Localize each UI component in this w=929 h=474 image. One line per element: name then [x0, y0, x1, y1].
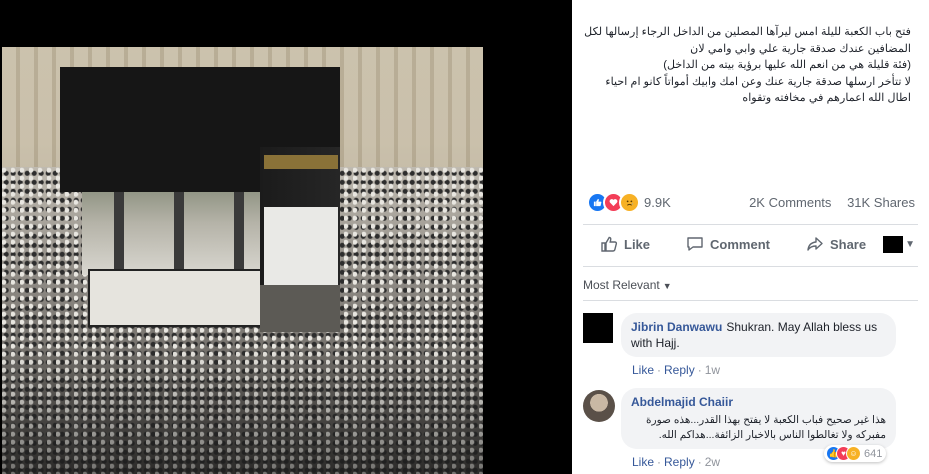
comment-bubble: Jibrin Danwawu Shukran. May Allah bless u… [621, 313, 896, 357]
comment-like-link[interactable]: Like [632, 363, 654, 377]
shares-count-link[interactable]: 31K Shares [847, 195, 915, 210]
post-side-panel: فتح باب الكعبة لليلة امس ليرآها المصلين … [572, 0, 929, 474]
share-label: Share [829, 236, 867, 252]
comment-meta: Like · Reply · 2w [632, 455, 721, 469]
caret-down-icon: ▼ [905, 239, 915, 250]
divider [583, 266, 918, 267]
comment-text: هذا غير صحيح فباب الكعبة لا يفتح بهذا ال… [646, 414, 886, 441]
divider [583, 224, 918, 225]
comment-filter-label: Most Relevant [583, 278, 660, 292]
comment-timestamp[interactable]: 1w [705, 363, 720, 377]
comments-count-link[interactable]: 2K Comments [749, 195, 831, 210]
haha-reaction-icon: ☺ [846, 446, 861, 461]
comment-author[interactable]: Jibrin Danwawu [631, 320, 722, 334]
comment-reactions[interactable]: 👍 ♥ ☺ 641 [824, 445, 887, 462]
photo-kaaba-gold-band [264, 155, 338, 169]
redacted-avatar [883, 236, 904, 253]
post-text: فتح باب الكعبة لليلة امس ليرآها المصلين … [584, 26, 911, 104]
photo-viewer [0, 0, 572, 474]
post-counts: 2K Comments 31K Shares [737, 195, 915, 210]
like-label: Like [624, 236, 651, 252]
post-photo[interactable] [2, 47, 483, 474]
photo-shadow [2, 345, 483, 474]
sad-reaction-icon [619, 191, 640, 213]
avatar[interactable] [583, 313, 613, 343]
post-action-bar: Like Comment Share [600, 234, 915, 254]
comment-like-link[interactable]: Like [632, 455, 654, 469]
share-arrow-icon [807, 237, 823, 251]
share-button[interactable]: Share [806, 235, 866, 253]
thumbs-up-icon [601, 236, 618, 252]
comment-filter-dropdown[interactable]: Most Relevant ▼ [583, 278, 672, 292]
post-reactions[interactable]: 9.9K [587, 191, 671, 213]
photo-kaaba-base [260, 285, 340, 332]
comment-timestamp[interactable]: 2w [705, 455, 720, 469]
divider [583, 300, 918, 301]
comment-bubble: Abdelmajid Chaiir هذا غير صحيح فباب الكع… [621, 388, 896, 449]
photo-kaaba-floor [88, 269, 267, 327]
avatar[interactable] [583, 390, 615, 422]
comment-meta: Like · Reply · 1w [632, 363, 721, 377]
reaction-count: 9.9K [644, 194, 671, 210]
photo-kaaba-white-cloth [264, 207, 338, 285]
comment-reply-link[interactable]: Reply [664, 455, 695, 469]
comment-reaction-count: 641 [864, 447, 883, 460]
audience-selector[interactable]: ▼ [883, 236, 915, 253]
comment-label: Comment [710, 236, 770, 252]
comment-reply-link[interactable]: Reply [664, 363, 695, 377]
caret-down-icon: ▼ [662, 281, 672, 291]
comment-icon [687, 237, 703, 251]
comment-author[interactable]: Abdelmajid Chaiir [631, 394, 882, 410]
comment-button[interactable]: Comment [686, 235, 770, 253]
like-button[interactable]: Like [600, 235, 650, 253]
